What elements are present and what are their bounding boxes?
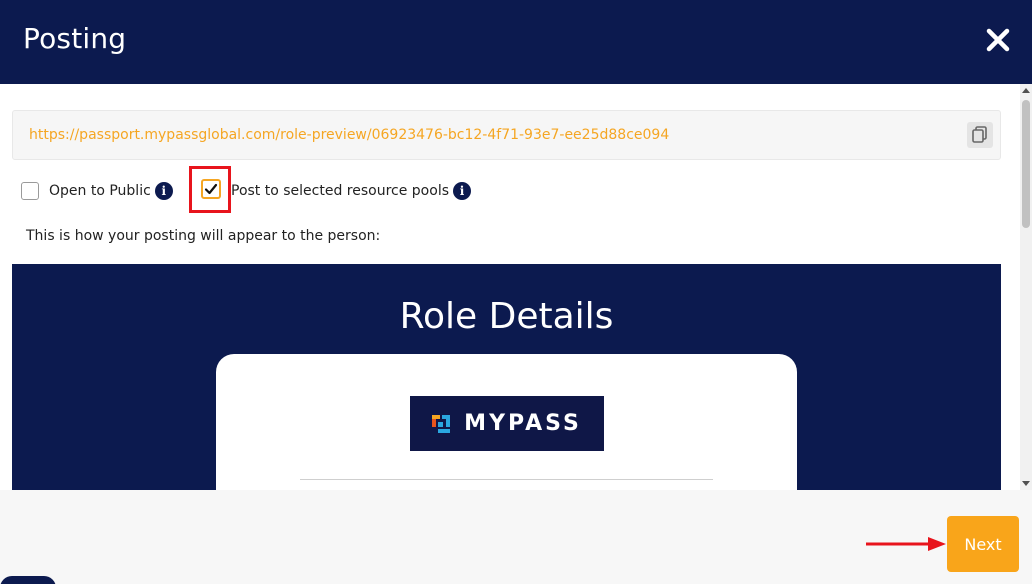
- dialog-title: Posting: [23, 22, 127, 55]
- scroll-up-icon[interactable]: [1022, 88, 1030, 93]
- mypass-logo-icon: [432, 414, 451, 433]
- copy-icon: [972, 126, 987, 143]
- mypass-logo: MYPASS: [410, 396, 604, 451]
- info-icon[interactable]: i: [154, 182, 173, 200]
- preview-note: This is how your posting will appear to …: [26, 228, 381, 244]
- scroll-down-icon[interactable]: [1022, 481, 1030, 486]
- checkmark-icon: [204, 183, 218, 195]
- post-to-pools-label: Post to selected resource pools: [231, 183, 449, 199]
- divider: [300, 479, 713, 480]
- open-to-public-option: Open to Public i: [21, 179, 173, 203]
- dialog-body: https://passport.mypassglobal.com/role-p…: [0, 84, 1032, 490]
- arrow-right-icon: [866, 537, 946, 551]
- post-to-pools-checkbox[interactable]: [201, 179, 221, 199]
- role-preview: Role Details MYPASS: [12, 264, 1001, 490]
- logo-text: MYPASS: [464, 411, 582, 436]
- dialog-footer: Next: [0, 490, 1032, 584]
- preview-card: MYPASS: [216, 354, 797, 490]
- post-to-pools-option: Post to selected resource pools i: [231, 179, 471, 203]
- role-details-heading: Role Details: [399, 296, 614, 337]
- copy-button[interactable]: [967, 122, 993, 148]
- dialog-header: Posting: [0, 0, 1032, 84]
- close-icon[interactable]: [983, 25, 1013, 55]
- open-to-public-checkbox[interactable]: [21, 182, 39, 200]
- scrollbar-thumb[interactable]: [1022, 100, 1030, 228]
- preview-url[interactable]: https://passport.mypassglobal.com/role-p…: [29, 127, 669, 143]
- info-icon[interactable]: i: [453, 182, 471, 200]
- scrollbar[interactable]: [1020, 84, 1032, 490]
- url-box: https://passport.mypassglobal.com/role-p…: [12, 110, 1001, 160]
- open-to-public-label: Open to Public: [49, 183, 151, 199]
- chat-widget[interactable]: [0, 576, 56, 584]
- next-button[interactable]: Next: [947, 516, 1019, 572]
